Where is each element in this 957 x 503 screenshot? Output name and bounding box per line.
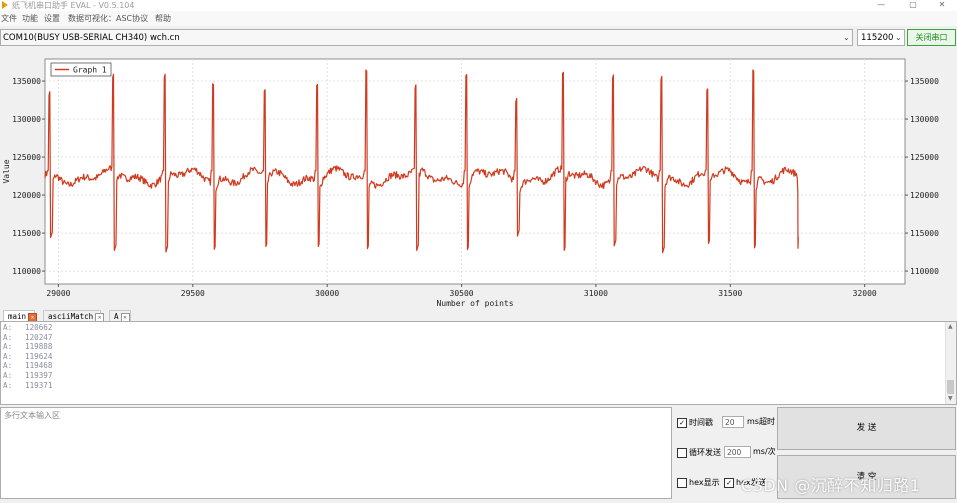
y-tick-label-right: 115000 — [910, 229, 939, 238]
timeout-input[interactable]: 20 — [722, 416, 744, 428]
y-tick-label: 115000 — [12, 229, 41, 238]
receive-log[interactable]: A: 120662 A: 120247 A: 119888 A: 119624 A: 11… — [0, 321, 957, 405]
loop-send-checkbox[interactable]: 循环发送 — [677, 447, 721, 458]
loop-interval-input[interactable]: 200 — [724, 446, 751, 458]
port-toolbar: COM10(BUSY USB-SERIAL CH340) wch.cn ⌄ 11… — [0, 27, 957, 49]
checkbox-icon — [677, 477, 687, 488]
hex-display-checkbox[interactable]: hex显示 — [677, 477, 720, 488]
port-select-value: COM10(BUSY USB-SERIAL CH340) wch.cn — [3, 33, 180, 43]
y-tick-label: 120000 — [12, 191, 41, 200]
menu-function[interactable]: 功能 — [22, 11, 38, 26]
log-line: A: 120247 — [3, 332, 53, 342]
y-tick-label: 135000 — [12, 77, 41, 86]
y-tick-label-right: 130000 — [910, 115, 939, 124]
close-icon[interactable]: ✕ — [927, 0, 957, 11]
log-scrollbar[interactable]: ▲ ▼ — [945, 322, 956, 404]
x-tick-label: 30000 — [315, 289, 339, 298]
loop-send-label: 循环发送 — [689, 448, 721, 457]
y-tick-label: 110000 — [12, 267, 41, 276]
menu-settings[interactable]: 设置 — [44, 11, 60, 26]
log-line: A: 119371 — [3, 380, 53, 390]
close-port-button[interactable]: 关闭串口 — [907, 29, 956, 46]
title-bar: 纸飞机串口助手 EVAL - V0.5.104 — ▢ ✕ — [0, 0, 957, 11]
menu-bar: 文件 功能 设置 数据可视化：ASC协议 帮助 — [0, 11, 957, 26]
watermark: CSDN @沉醉不知归路1 — [741, 476, 921, 495]
tab-label: A — [114, 312, 119, 321]
port-select[interactable]: COM10(BUSY USB-SERIAL CH340) wch.cn ⌄ — [0, 29, 853, 46]
y-tick-label: 130000 — [12, 115, 41, 124]
log-line: A: 120662 — [3, 323, 53, 332]
scroll-thumb[interactable] — [947, 380, 954, 394]
y-axis-label: Value — [2, 159, 11, 183]
timestamp-checkbox[interactable]: ✓ 时间戳 — [677, 417, 713, 428]
scroll-up-icon[interactable]: ▲ — [948, 323, 953, 330]
loop-interval-unit: ms/次 — [753, 447, 776, 456]
x-tick-label: 29500 — [181, 289, 205, 298]
x-tick-label: 31000 — [584, 289, 608, 298]
plot-panel: 29000 29500 30000 30500 31000 31500 32000 11000… — [0, 50, 957, 308]
timestamp-label: 时间戳 — [689, 418, 713, 427]
y-tick-label-right: 125000 — [910, 153, 939, 162]
checkbox-checked-icon: ✓ — [724, 477, 734, 488]
waveform-chart[interactable]: 29000 29500 30000 30500 31000 31500 32000 11000… — [0, 50, 957, 308]
minimize-icon[interactable]: — — [866, 0, 896, 11]
tab-asciimatch[interactable]: asciiMatch ✕ — [43, 310, 105, 322]
y-tick-label-right: 135000 — [910, 77, 939, 86]
menu-file[interactable]: 文件 — [1, 11, 17, 26]
x-tick-label: 29000 — [46, 289, 70, 298]
scroll-down-icon[interactable]: ▼ — [948, 395, 953, 402]
tab-label: asciiMatch — [48, 312, 94, 321]
timeout-unit: ms超时 — [747, 417, 775, 426]
send-button[interactable]: 发 送 — [777, 407, 956, 450]
hex-display-label: hex显示 — [689, 478, 720, 487]
log-line: A: 119397 — [3, 370, 53, 380]
x-tick-label: 31500 — [718, 289, 742, 298]
baud-select[interactable]: 115200 ⌄ — [857, 29, 905, 46]
app-icon — [2, 1, 8, 9]
y-tick-label: 125000 — [12, 153, 41, 162]
checkbox-checked-icon: ✓ — [677, 417, 687, 428]
chevron-down-icon: ⌄ — [843, 33, 850, 42]
log-lines: A: 120662 A: 120247 A: 119888 A: 119624 A: 11… — [3, 323, 52, 390]
x-tick-label: 32000 — [853, 289, 877, 298]
window-title: 纸飞机串口助手 EVAL - V0.5.104 — [12, 1, 135, 10]
menu-help[interactable]: 帮助 — [155, 11, 171, 26]
tab-label: main — [8, 312, 27, 321]
y-tick-label-right: 110000 — [910, 267, 939, 276]
y-tick-label-right: 120000 — [910, 191, 939, 200]
tab-a[interactable]: A ✕ — [109, 310, 131, 322]
log-line: A: 119624 — [3, 351, 53, 361]
chevron-down-icon: ⌄ — [895, 33, 902, 42]
send-textarea[interactable]: 多行文本输入区 — [0, 407, 672, 499]
menu-visualization[interactable]: 数据可视化：ASC协议 — [68, 11, 148, 26]
baud-select-value: 115200 — [861, 33, 894, 43]
log-line: A: 119468 — [3, 361, 53, 371]
log-line: A: 119888 — [3, 342, 53, 352]
tab-main[interactable]: main ✕ — [3, 310, 38, 322]
maximize-icon[interactable]: ▢ — [898, 0, 928, 11]
legend-label: Graph 1 — [73, 66, 107, 75]
send-placeholder: 多行文本输入区 — [4, 411, 60, 420]
checkbox-icon — [677, 447, 687, 458]
x-axis-label: Number of points — [436, 299, 513, 308]
tab-bar: main ✕ asciiMatch ✕ A ✕ — [0, 310, 957, 322]
x-tick-label: 30500 — [450, 289, 474, 298]
